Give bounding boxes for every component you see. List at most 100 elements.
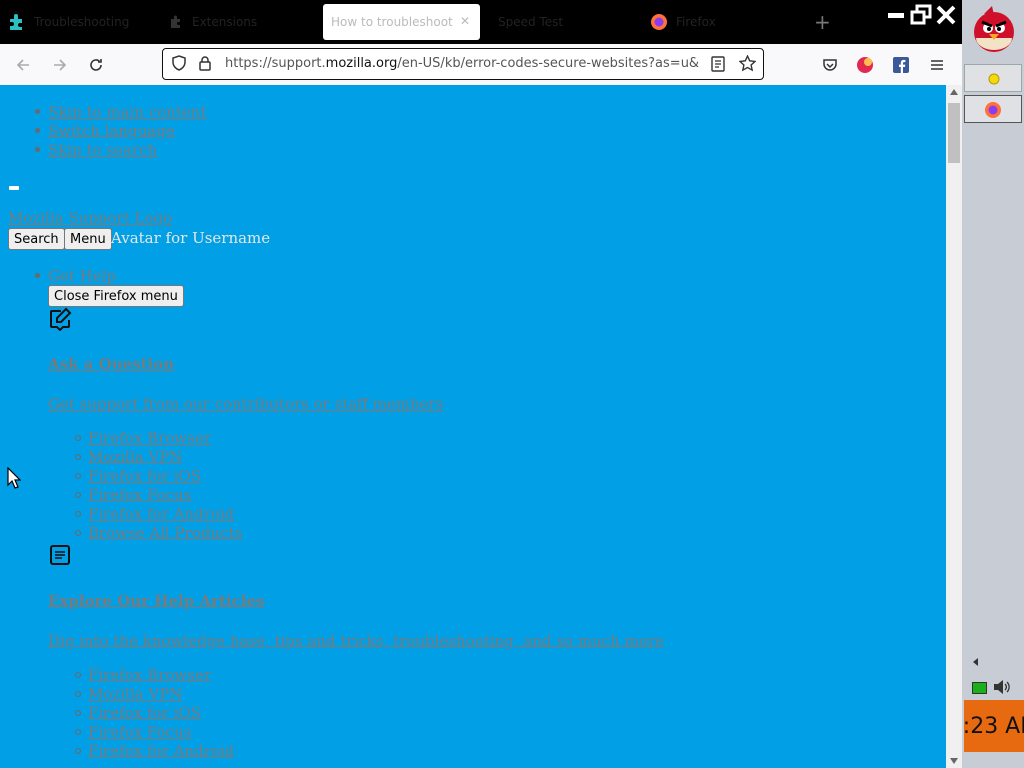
tab-speed-test[interactable]: Speed Test — [490, 4, 638, 40]
list-bullet — [35, 128, 40, 133]
scroll-down-arrow-icon[interactable] — [950, 758, 958, 764]
angry-bird-logo[interactable] — [962, 0, 1024, 60]
explore-help-articles-heading[interactable]: Explore Our Help Articles — [48, 592, 264, 610]
switch-language-link[interactable]: Switch language — [48, 122, 175, 140]
account-avatar-icon — [857, 57, 873, 73]
minimize-icon — [888, 13, 904, 18]
list-bullet — [75, 672, 81, 678]
skip-to-main-content-link[interactable]: Skip to main content — [48, 103, 206, 121]
url-suffix: /en-US/kb/error-codes-secure-websites?as… — [397, 56, 700, 71]
minimize-button[interactable] — [885, 4, 907, 26]
pocket-button[interactable] — [817, 52, 843, 78]
reload-icon — [90, 59, 102, 71]
ask-product-link[interactable]: Firefox Browser — [88, 429, 211, 447]
close-window-button[interactable] — [935, 4, 957, 26]
url-prefix: https://support. — [225, 56, 326, 71]
scrollbar-thumb[interactable] — [948, 103, 960, 163]
firefox-icon — [651, 14, 667, 30]
hamburger-icon — [931, 60, 943, 70]
article-icon — [50, 545, 70, 565]
browse-all-products-link[interactable]: Browse All Products — [88, 524, 242, 542]
ask-product-link[interactable]: Firefox for Android — [88, 505, 234, 523]
volume-icon[interactable] — [992, 679, 1010, 695]
explore-product-link[interactable]: Mozilla VPN — [88, 685, 182, 703]
taskbar-clock[interactable]: 2:23 AM — [964, 700, 1024, 752]
shield-icon[interactable] — [171, 55, 187, 71]
lock-icon[interactable] — [197, 55, 213, 71]
list-bullet — [35, 147, 40, 152]
reader-view-icon[interactable] — [711, 56, 725, 72]
mouse-cursor-icon — [7, 467, 21, 489]
reload-button[interactable] — [83, 52, 109, 78]
new-tab-icon[interactable]: + — [814, 10, 831, 34]
list-bullet — [75, 710, 81, 716]
scroll-up-arrow-icon[interactable] — [950, 89, 958, 95]
list-bullet — [35, 273, 40, 278]
tab-firefox[interactable]: Firefox — [650, 4, 800, 40]
back-button[interactable] — [10, 52, 36, 78]
tab-strip: Troubleshooting Extensions How to troubl… — [0, 0, 962, 44]
restore-button[interactable] — [910, 4, 932, 26]
mozilla-support-logo-link[interactable]: Mozilla Support Logo — [8, 209, 172, 227]
back-arrow-icon — [16, 59, 29, 71]
facebook-container-button[interactable] — [888, 52, 914, 78]
close-tab-icon[interactable]: ✕ — [460, 14, 470, 28]
list-bullet — [75, 473, 81, 479]
tab-error-codes[interactable]: How to troubleshoot security error codes… — [323, 4, 480, 40]
facebook-icon — [893, 57, 909, 73]
close-icon — [936, 5, 956, 25]
menu-button[interactable]: Menu — [64, 228, 112, 250]
firefox-icon — [985, 102, 1001, 118]
explore-product-link[interactable]: Firefox Focus — [88, 723, 191, 741]
bookmark-star-icon[interactable] — [739, 55, 756, 72]
tab-title: How to troubleshoot security error codes… — [331, 15, 453, 29]
ask-product-link[interactable]: Firefox Focus — [88, 486, 191, 504]
explore-product-link[interactable]: Firefox for iOS — [88, 704, 201, 722]
tab-title: Speed Test — [498, 15, 564, 29]
url-bar[interactable]: https://support.mozilla.org/en-US/kb/err… — [162, 48, 764, 80]
avatar-alt-text: Avatar for Username — [111, 229, 271, 247]
ask-a-question-heading[interactable]: Ask a Question — [48, 355, 174, 373]
navigation-toolbar: https://support.mozilla.org/en-US/kb/err… — [0, 44, 962, 86]
tab-title: Firefox — [676, 15, 716, 29]
taskbar-item-firefox[interactable] — [964, 95, 1022, 123]
url-domain: mozilla.org — [325, 56, 398, 71]
close-firefox-menu-button[interactable]: Close Firefox menu — [48, 285, 184, 307]
list-bullet — [75, 691, 81, 697]
list-bullet — [75, 492, 81, 498]
search-button[interactable]: Search — [8, 228, 65, 250]
system-taskbar: 2:23 AM — [962, 0, 1024, 768]
page-content: Skip to main content Switch language Ski… — [0, 85, 946, 768]
extension-icon — [171, 15, 180, 28]
skip-to-search-link[interactable]: Skip to search — [48, 141, 157, 159]
tab-troubleshooting[interactable]: Troubleshooting — [8, 4, 158, 40]
explore-help-articles-description[interactable]: Dig into the knowledge base, tips and tr… — [48, 632, 664, 650]
list-bullet — [75, 530, 81, 536]
explore-product-link[interactable]: Firefox Browser — [88, 666, 211, 684]
page-scrollbar[interactable] — [946, 85, 962, 768]
list-bullet — [35, 109, 40, 114]
restore-icon — [910, 4, 932, 25]
list-bullet — [75, 435, 81, 441]
forward-arrow-icon — [54, 59, 67, 71]
forward-button[interactable] — [47, 52, 73, 78]
tray-expand-arrow-icon[interactable] — [972, 657, 980, 667]
url-text[interactable]: https://support.mozilla.org/en-US/kb/err… — [225, 56, 700, 71]
angry-bird-icon — [974, 6, 1014, 52]
taskbar-item-sun[interactable] — [964, 64, 1022, 92]
list-bullet — [75, 748, 81, 754]
ask-product-link[interactable]: Firefox for iOS — [88, 467, 201, 485]
list-bullet — [75, 511, 81, 517]
list-bullet — [75, 454, 81, 460]
tab-title: Troubleshooting — [34, 15, 130, 29]
tab-title: Extensions — [192, 15, 258, 29]
puzzle-icon — [10, 14, 22, 30]
explore-product-link[interactable]: Firefox for Android — [88, 742, 234, 760]
tab-extensions[interactable]: Extensions — [168, 4, 316, 40]
ask-a-question-description[interactable]: Get support from our contributors or sta… — [48, 395, 443, 413]
account-button[interactable] — [852, 52, 878, 78]
ask-product-link[interactable]: Mozilla VPN — [88, 448, 182, 466]
pocket-icon — [823, 59, 837, 71]
network-status-icon[interactable] — [972, 682, 987, 694]
app-menu-button[interactable] — [924, 52, 950, 78]
